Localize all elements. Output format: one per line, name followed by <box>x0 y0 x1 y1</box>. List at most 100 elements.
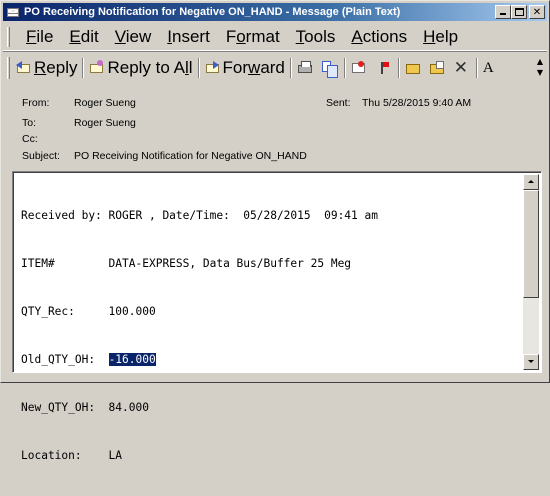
move-to-folder-button[interactable] <box>402 56 426 80</box>
font-size-icon: A <box>482 60 494 76</box>
window-controls: ✕ <box>495 5 545 19</box>
maximize-icon <box>515 8 524 16</box>
forward-icon <box>205 60 221 76</box>
close-icon: ✕ <box>532 6 542 18</box>
menu-format-accel: o <box>236 26 246 46</box>
menu-view[interactable]: View <box>107 25 160 49</box>
toolbar-grip[interactable] <box>7 57 10 79</box>
body-line-item: ITEM# DATA-EXPRESS, Data Bus/Buffer 25 M… <box>21 257 352 270</box>
menu-insert-label: nsert <box>172 26 210 46</box>
menu-edit[interactable]: Edit <box>61 25 106 49</box>
delete-icon: ✕ <box>453 58 469 78</box>
print-button[interactable] <box>294 56 318 80</box>
reply-all-label: l <box>188 58 193 77</box>
file-folder-button[interactable] <box>426 56 450 80</box>
menu-edit-accel: E <box>69 26 81 46</box>
menu-file[interactable]: File <box>18 25 61 49</box>
reply-all-icon <box>89 60 105 76</box>
menu-file-accel: F <box>26 26 37 46</box>
body-line-qty-rec: QTY_Rec: 100.000 <box>21 305 156 318</box>
reply-label: eply <box>46 58 78 77</box>
menu-help-accel: H <box>423 26 436 46</box>
message-header: From: Roger Sueng Sent: Thu 5/28/2015 9:… <box>3 85 547 169</box>
toolbar-separator <box>475 58 478 78</box>
copy-button[interactable] <box>318 56 342 80</box>
menu-actions[interactable]: Actions <box>343 25 415 49</box>
standard-toolbar: Reply Reply to All Forward ✕ A ▲ ▼ <box>3 54 547 82</box>
move-to-folder-icon <box>405 60 421 76</box>
mark-unread-button[interactable] <box>348 56 372 80</box>
delete-button[interactable]: ✕ <box>450 56 474 80</box>
scroll-up-button[interactable] <box>523 174 539 190</box>
flag-icon <box>375 60 391 76</box>
message-body[interactable]: Received by: ROGER , Date/Time: 05/28/20… <box>12 171 542 462</box>
message-body-text[interactable]: Received by: ROGER , Date/Time: 05/28/20… <box>21 176 521 496</box>
to-value[interactable]: Roger Sueng <box>74 117 136 129</box>
menu-bar: File Edit View Insert Format Tools Actio… <box>3 23 547 51</box>
message-window: PO Receiving Notification for Negative O… <box>0 0 550 462</box>
reply-icon <box>16 60 32 76</box>
menu-actions-accel: A <box>351 26 363 46</box>
menu-help[interactable]: Help <box>415 25 466 49</box>
flag-button[interactable] <box>372 56 396 80</box>
menu-edit-label: dit <box>80 26 99 46</box>
body-line-old-qty-oh: Old_QTY_OH: -16.000 <box>21 352 521 368</box>
menu-file-label: ile <box>36 26 54 46</box>
menu-format[interactable]: Format <box>218 25 288 49</box>
toolbar-options-chevron-icon[interactable]: ▲ ▼ <box>535 56 545 80</box>
subject-value: PO Receiving Notification for Negative O… <box>74 150 307 162</box>
forward-label-prefix: For <box>222 58 249 77</box>
window-title: PO Receiving Notification for Negative O… <box>24 6 401 18</box>
menu-tools[interactable]: Tools <box>288 25 344 49</box>
toolbar-separator <box>343 58 346 78</box>
menu-view-accel: V <box>114 26 126 46</box>
file-folder-icon <box>429 60 445 76</box>
scroll-up-arrow-icon <box>528 180 534 183</box>
menu-help-label: elp <box>435 26 459 46</box>
from-value[interactable]: Roger Sueng <box>74 97 136 109</box>
scrollbar-thumb[interactable] <box>523 190 539 298</box>
forward-accel: w <box>248 58 261 77</box>
minimize-icon <box>500 13 506 15</box>
toolbar-separator <box>397 58 400 78</box>
maximize-button[interactable] <box>511 5 527 19</box>
menu-tools-label: ools <box>304 26 336 46</box>
menu-format-label: rmat <box>245 26 280 46</box>
vertical-scrollbar[interactable] <box>523 174 539 370</box>
sent-label: Sent: <box>326 97 351 109</box>
toolbar-separator <box>82 58 85 78</box>
menu-tools-accel: T <box>295 26 305 46</box>
sent-value: Thu 5/28/2015 9:40 AM <box>362 97 472 109</box>
selected-text-old-qty-oh-value[interactable]: -16.000 <box>108 353 156 366</box>
scroll-down-arrow-icon <box>528 360 534 363</box>
menu-view-label: iew <box>125 26 152 46</box>
print-icon <box>297 60 313 76</box>
font-size-button[interactable]: A <box>480 56 504 80</box>
minimize-button[interactable] <box>495 5 511 19</box>
menu-insert[interactable]: Insert <box>159 25 218 49</box>
toolbar-separator <box>197 58 200 78</box>
body-line-new-qty-oh: New_QTY_OH: 84.000 <box>21 401 149 414</box>
mark-unread-icon <box>351 60 367 76</box>
menu-format-prefix: F <box>225 26 237 46</box>
from-label: From: <box>22 97 50 109</box>
menu-actions-label: ctions <box>362 26 408 46</box>
message-envelope-icon[interactable] <box>6 5 20 19</box>
scroll-down-button[interactable] <box>523 354 539 370</box>
to-label: To: <box>22 117 37 129</box>
title-bar[interactable]: PO Receiving Notification for Negative O… <box>3 3 547 21</box>
body-line-received-by: Received by: ROGER , Date/Time: 05/28/20… <box>21 209 378 222</box>
body-line-location: Location: LA <box>21 449 123 462</box>
reply-all-label-prefix: Reply to A <box>107 58 185 77</box>
menu-bar-grip[interactable] <box>7 26 10 47</box>
old-qty-oh-label: Old_QTY_OH: <box>21 353 109 366</box>
forward-label: ard <box>260 58 285 77</box>
reply-accel: R <box>34 58 47 77</box>
forward-button[interactable]: Forward <box>202 56 288 80</box>
close-button[interactable]: ✕ <box>529 5 545 19</box>
cc-label: Cc: <box>22 133 38 145</box>
subject-label: Subject: <box>22 150 60 162</box>
copy-icon <box>321 60 338 78</box>
reply-to-all-button[interactable]: Reply to All <box>86 56 195 80</box>
reply-button[interactable]: Reply <box>13 56 80 80</box>
